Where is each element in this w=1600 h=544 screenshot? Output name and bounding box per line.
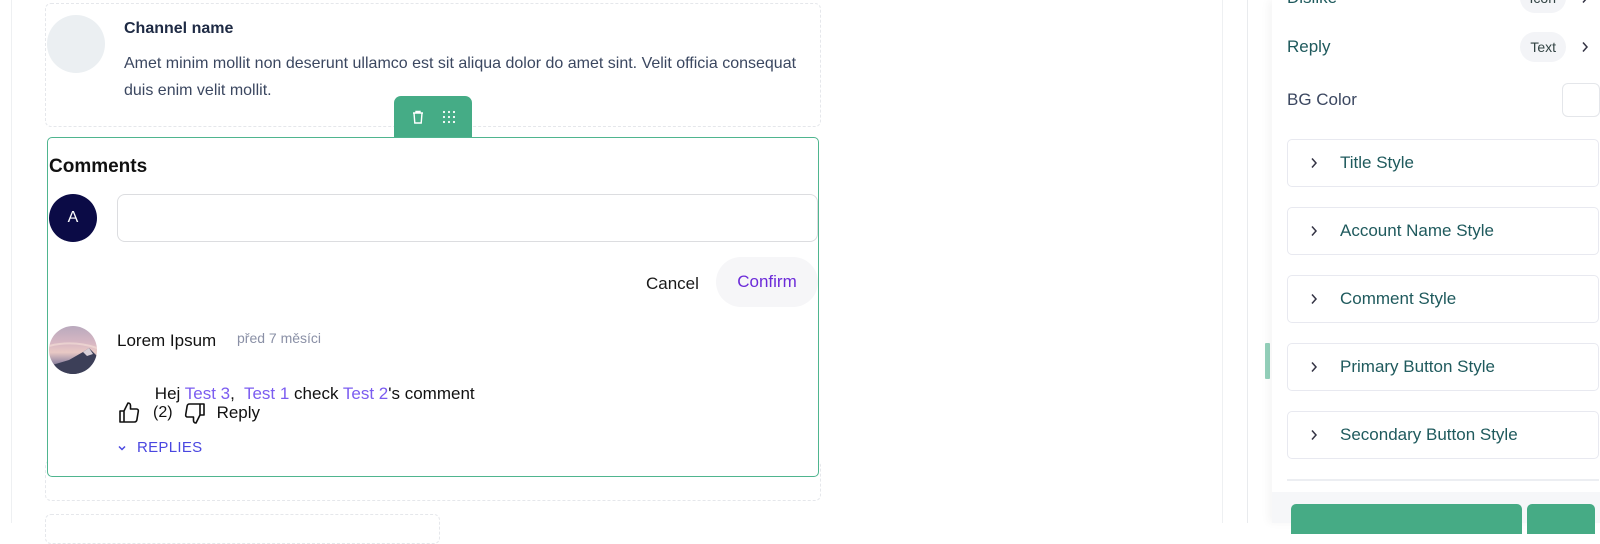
chevron-right-icon[interactable] — [1578, 0, 1592, 4]
section-label: Title Style — [1340, 153, 1415, 172]
current-user-avatar: A — [49, 194, 97, 242]
properties-panel: Dislike Icon Reply Text BG Color Title S… — [1272, 0, 1600, 534]
bg-color-label: BG Color — [1287, 90, 1357, 109]
section-secondary-button-style[interactable]: Secondary Button Style — [1287, 411, 1599, 459]
prop-label: Dislike — [1287, 0, 1520, 8]
mention-link[interactable]: Test 2 — [343, 384, 388, 403]
reply-button[interactable]: Reply — [217, 403, 260, 423]
chevron-right-icon[interactable] — [1578, 41, 1592, 53]
prop-chip[interactable]: Text — [1520, 32, 1566, 62]
canvas-guide-right — [1222, 0, 1223, 523]
next-block-outline[interactable] — [45, 514, 440, 544]
comments-widget[interactable]: Comments A Cancel Confirm Lorem Ipsum př… — [47, 137, 819, 477]
prop-chip[interactable]: Icon — [1519, 0, 1566, 13]
section-label: Primary Button Style — [1340, 357, 1495, 376]
panel-separator — [1247, 0, 1248, 523]
comments-title: Comments — [49, 156, 148, 177]
footer-primary-button[interactable] — [1291, 504, 1522, 534]
channel-avatar — [47, 15, 105, 73]
comment-timestamp: před 7 měsíci — [237, 330, 322, 346]
confirm-button[interactable]: Confirm — [716, 257, 818, 307]
chevron-right-icon — [1311, 362, 1318, 372]
panel-footer — [1272, 492, 1600, 534]
comment-author-avatar — [49, 326, 97, 374]
section-primary-button-style[interactable]: Primary Button Style — [1287, 343, 1599, 391]
panel-divider — [1287, 479, 1599, 481]
channel-name: Channel name — [124, 20, 234, 37]
thumbs-down-icon[interactable] — [183, 401, 207, 425]
thumbs-up-icon[interactable] — [117, 401, 141, 425]
section-title-style[interactable]: Title Style — [1287, 139, 1599, 187]
cancel-button[interactable]: Cancel — [646, 268, 699, 300]
prop-label: Reply — [1287, 37, 1331, 56]
footer-secondary-button[interactable] — [1527, 504, 1595, 534]
block-toolbar — [394, 96, 472, 138]
like-count: (2) — [153, 404, 173, 421]
chevron-down-icon — [118, 445, 126, 451]
prop-row-dislike[interactable]: Dislike Icon — [1287, 0, 1600, 14]
editor-canvas: Channel name Amet minim mollit non deser… — [0, 0, 1600, 544]
prop-row-bg-color: BG Color — [1287, 83, 1600, 117]
bg-color-swatch[interactable] — [1562, 83, 1600, 117]
chevron-right-icon — [1311, 158, 1318, 168]
canvas-guide-left — [11, 0, 12, 523]
channel-description: Amet minim mollit non deserunt ullamco e… — [124, 55, 797, 99]
prop-row-reply[interactable]: Reply Text — [1287, 31, 1600, 63]
replies-toggle[interactable]: REPLIES — [117, 439, 202, 456]
drag-grid-icon[interactable] — [442, 110, 456, 124]
chevron-right-icon — [1311, 294, 1318, 304]
section-label: Secondary Button Style — [1340, 425, 1518, 444]
comment-text-part: 's comment — [388, 384, 475, 403]
comment-author[interactable]: Lorem Ipsum — [117, 331, 216, 351]
section-comment-style[interactable]: Comment Style — [1287, 275, 1599, 323]
comment-actions: (2) Reply — [117, 400, 260, 426]
panel-resize-handle[interactable] — [1265, 343, 1270, 379]
replies-label: REPLIES — [137, 439, 203, 456]
section-account-name-style[interactable]: Account Name Style — [1287, 207, 1599, 255]
section-label: Account Name Style — [1340, 221, 1495, 240]
comment-text-part: check — [289, 384, 343, 403]
comment-input[interactable] — [117, 194, 818, 242]
chevron-right-icon — [1311, 226, 1318, 236]
section-label: Comment Style — [1340, 289, 1457, 308]
trash-icon[interactable] — [411, 109, 425, 125]
chevron-right-icon — [1311, 430, 1318, 440]
